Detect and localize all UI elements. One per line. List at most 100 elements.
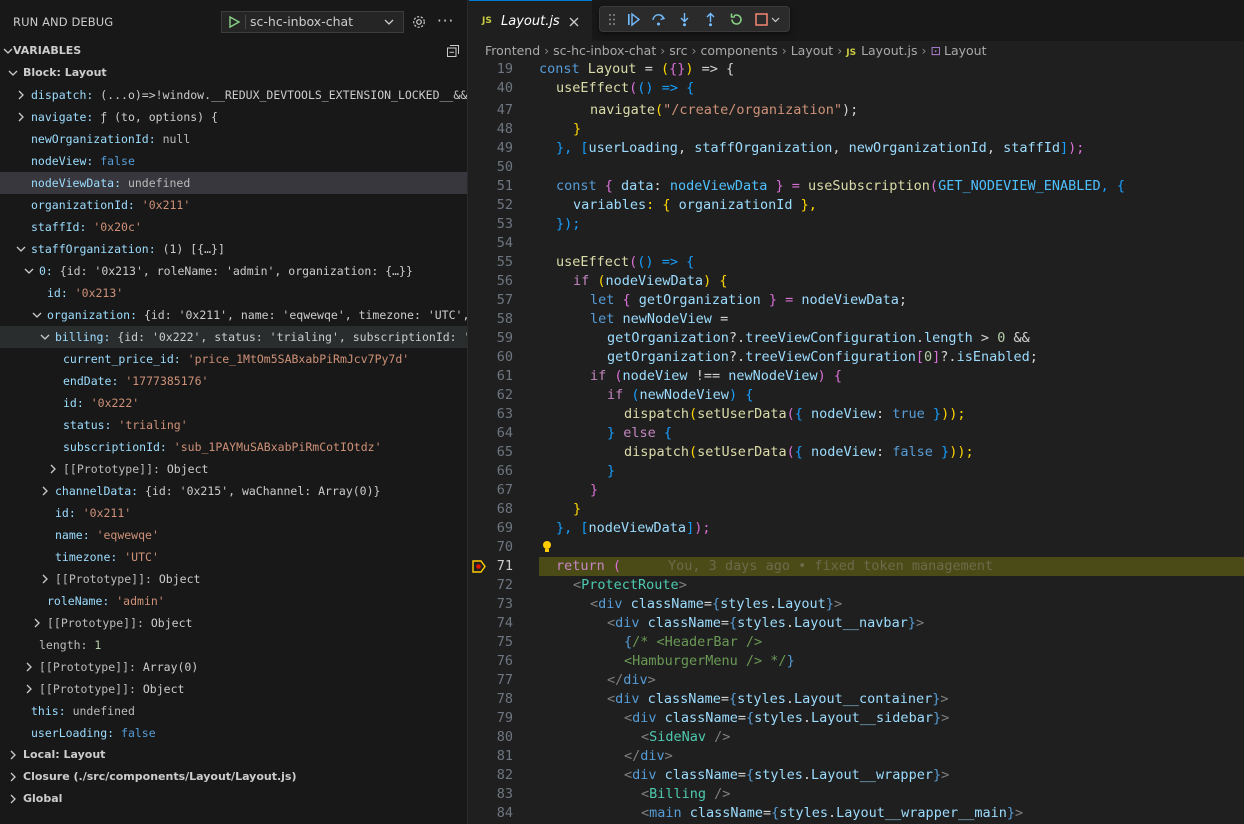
line-number: 51 (496, 178, 513, 194)
scope-block-layout[interactable]: Block: Layout (0, 62, 467, 84)
step-over-icon[interactable] (651, 12, 666, 27)
line-number: 59 (496, 330, 513, 346)
step-out-icon[interactable] (703, 12, 718, 27)
gear-icon[interactable] (411, 14, 427, 30)
variable-row-staffOrganization[interactable]: staffOrganization: (1) [{…}] (0, 238, 467, 260)
scope-local-layout[interactable]: Local: Layout (0, 744, 467, 766)
tab-label: Layout.js (501, 14, 560, 29)
variable-value: '0x211' (82, 506, 132, 520)
launch-config-select[interactable]: sc-hc-inbox-chat (221, 11, 404, 33)
variable-row-nodeView[interactable]: nodeView: false (0, 150, 467, 172)
play-icon[interactable] (227, 15, 241, 29)
variable-key: id: (47, 286, 68, 300)
code-line: 74 <div className={styles.Layout__navbar}… (469, 614, 1244, 633)
code-text: let { getOrganization } = nodeViewData; (590, 292, 908, 308)
variable-value: 'sub_1PAYMuSABxabPiRmCotIOtdz' (173, 440, 382, 454)
variable-row-roleName[interactable]: roleName: 'admin' (0, 590, 467, 612)
variable-row-channelData[interactable]: channelData: {id: '0x215', waChannel: Ar… (0, 480, 467, 502)
variable-key: staffOrganization: (31, 242, 156, 256)
line-number: 63 (496, 406, 513, 422)
variable-row-org-name[interactable]: name: 'eqwewqe' (0, 524, 467, 546)
variable-row-current-price-id[interactable]: current_price_id: 'price_1MtOm5SABxabPiR… (0, 348, 467, 370)
symbol-icon: ⊡ (930, 43, 941, 58)
variable-value: Object (150, 616, 193, 630)
variable-row-length[interactable]: length: 1 (0, 634, 467, 656)
breadcrumb-item[interactable]: src (669, 43, 687, 58)
variable-row-nodeViewData[interactable]: nodeViewData: undefined (0, 172, 467, 194)
variable-row-billing-prototype[interactable]: [[Prototype]]: Object (0, 458, 467, 480)
chevron-right-icon (26, 684, 32, 694)
variable-row-item0-id[interactable]: id: '0x213' (0, 282, 467, 304)
code-line: 67} (469, 481, 1244, 500)
variable-row-item0[interactable]: 0: {id: '0x213', roleName: 'admin', orga… (0, 260, 467, 282)
code-line: 57 let { getOrganization } = nodeViewData… (469, 291, 1244, 310)
variable-row-org-id[interactable]: id: '0x211' (0, 502, 467, 524)
chevron-down-icon[interactable] (383, 16, 395, 28)
code-line: 76 <HamburgerMenu /> */} (469, 652, 1244, 671)
breadcrumb-item[interactable]: Layout (791, 43, 834, 58)
variable-row-endDate[interactable]: endDate: '1777385176' (0, 370, 467, 392)
variable-row-newOrganizationId[interactable]: newOrganizationId: null (0, 128, 467, 150)
javascript-file-icon: JS (846, 48, 857, 58)
breadcrumb-item[interactable]: Layout.js (861, 43, 917, 58)
git-blame-annotation: You, 3 days ago • fixed token management (668, 558, 994, 574)
stop-icon[interactable] (754, 12, 769, 27)
drag-handle-icon[interactable] (608, 12, 616, 27)
breadcrumb-item[interactable]: Layout (944, 43, 987, 58)
select-divider (245, 15, 246, 29)
chevron-down-icon[interactable] (771, 12, 780, 27)
variable-key: id: (55, 506, 76, 520)
collapse-all-icon[interactable] (446, 44, 460, 58)
variable-row-organization[interactable]: organization: {id: '0x211', name: 'eqwew… (0, 304, 467, 326)
variable-row-item0-prototype[interactable]: [[Prototype]]: Object (0, 612, 467, 634)
variable-key: staffId: (31, 220, 87, 234)
variables-section-header[interactable]: VARIABLES (0, 41, 467, 61)
restart-icon[interactable] (729, 12, 744, 27)
code-text: getOrganization?.treeViewConfiguration[0… (607, 349, 1038, 365)
tab-layout-js[interactable]: JS Layout.js (469, 0, 592, 41)
variable-row-billing-id[interactable]: id: '0x222' (0, 392, 467, 414)
variable-key: dispatch: (31, 88, 94, 102)
variable-value: '0x222' (90, 396, 140, 410)
code-line: 40 useEffect(() => { (469, 79, 1244, 98)
line-number: 78 (496, 691, 513, 707)
breadcrumb-item[interactable]: sc-hc-inbox-chat (553, 43, 656, 58)
variable-row-organizationId[interactable]: organizationId: '0x211' (0, 194, 467, 216)
code-text: dispatch(setUserData({ nodeView: true })… (624, 406, 966, 422)
scope-closure[interactable]: Closure (./src/components/Layout/Layout.… (0, 766, 467, 788)
variable-row-userLoading[interactable]: userLoading: false (0, 722, 467, 744)
variable-key: endDate: (63, 374, 119, 388)
code-text: if (nodeViewData) { (573, 273, 728, 289)
continue-icon[interactable] (626, 12, 641, 27)
variable-row-navigate[interactable]: navigate: ƒ (to, options) { (0, 106, 467, 128)
variable-row-staffId[interactable]: staffId: '0x20c' (0, 216, 467, 238)
variable-row-this[interactable]: this: undefined (0, 700, 467, 722)
variable-row-subscriptionId[interactable]: subscriptionId: 'sub_1PAYMuSABxabPiRmCot… (0, 436, 467, 458)
variable-row-array-prototype[interactable]: [[Prototype]]: Array(0) (0, 656, 467, 678)
variable-row-status[interactable]: status: 'trialing' (0, 414, 467, 436)
scope-global[interactable]: Global (0, 788, 467, 810)
variable-key: roleName: (47, 594, 110, 608)
chevron-right-icon (26, 662, 32, 672)
code-line: 73 <div className={styles.Layout}> (469, 595, 1244, 614)
step-into-icon[interactable] (677, 12, 692, 27)
code-line: 51 const { data: nodeViewData } = useSubs… (469, 177, 1244, 196)
variable-row-object-prototype[interactable]: [[Prototype]]: Object (0, 678, 467, 700)
close-icon[interactable] (568, 16, 580, 28)
variable-value: Object (158, 572, 201, 586)
variable-row-dispatch[interactable]: dispatch: (...o)=>!window.__REDUX_DEVTOO… (0, 84, 467, 106)
variable-row-org-prototype[interactable]: [[Prototype]]: Object (0, 568, 467, 590)
lightbulb-icon[interactable] (541, 540, 553, 554)
code-text: return (You, 3 days ago • fixed token ma… (556, 558, 994, 574)
breadcrumb-item[interactable]: components (700, 43, 777, 58)
breadcrumb-item[interactable]: Frontend (485, 43, 540, 58)
line-number: 74 (496, 615, 513, 631)
ellipsis-icon[interactable]: ··· (437, 12, 454, 30)
variable-row-billing[interactable]: billing: {id: '0x222', status: 'trialing… (0, 326, 467, 348)
variable-row-org-timezone[interactable]: timezone: 'UTC' (0, 546, 467, 568)
code-line: 75 {/* <HeaderBar /> (469, 633, 1244, 652)
variable-key: billing: (55, 330, 111, 344)
variable-value: {id: '0x222', status: 'trialing', subscr… (117, 330, 467, 344)
line-number: 70 (496, 539, 513, 555)
variable-value: '0x211' (141, 198, 191, 212)
